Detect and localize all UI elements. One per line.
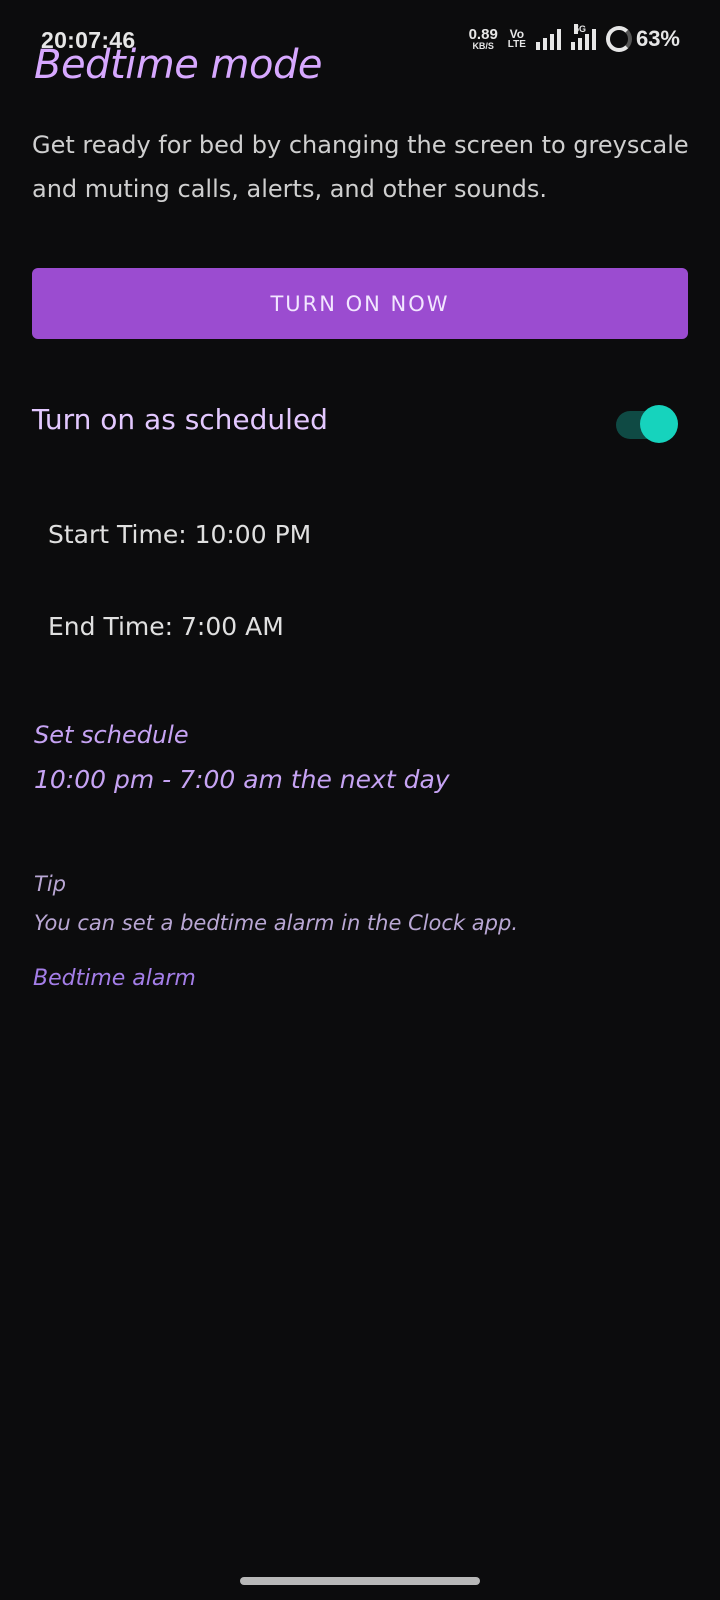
turn-on-as-scheduled-label: Turn on as scheduled <box>32 403 328 436</box>
network-5g-label: 5G <box>573 24 586 34</box>
start-time-row[interactable]: Start Time: 10:00 PM <box>48 520 311 549</box>
set-schedule-range: 10:00 pm - 7:00 am the next day <box>34 765 450 794</box>
signal-icon <box>535 28 561 50</box>
turn-on-as-scheduled-toggle[interactable] <box>616 405 678 443</box>
volte-bottom-label: LTE <box>507 39 526 50</box>
bedtime-alarm-link[interactable]: Bedtime alarm <box>33 966 196 991</box>
home-indicator[interactable] <box>240 1577 480 1585</box>
network-speed: 0.89 KB/S <box>469 27 498 51</box>
set-schedule-title: Set schedule <box>34 721 189 749</box>
turn-on-now-button[interactable]: TURN ON NOW <box>32 268 688 339</box>
end-time-row[interactable]: End Time: 7:00 AM <box>48 612 284 641</box>
page-title: Bedtime mode <box>34 42 322 88</box>
battery-percent: 63% <box>635 26 680 51</box>
status-icons: 0.89 KB/S Vo LTE 5G 63% <box>469 24 680 54</box>
page-description: Get ready for bed by changing the screen… <box>32 131 689 203</box>
network-speed-value: 0.89 <box>468 26 498 43</box>
tip-section: Tip You can set a bedtime alarm in the C… <box>34 870 518 937</box>
tip-title: Tip <box>34 872 66 896</box>
signal-5g-icon: 5G <box>570 24 596 50</box>
battery-indicator: 63% <box>605 26 680 52</box>
battery-icon <box>605 26 632 52</box>
tip-text: You can set a bedtime alarm in the Clock… <box>34 911 518 935</box>
toggle-knob <box>640 405 678 443</box>
volte-icon: Vo LTE <box>508 28 526 50</box>
set-schedule-item[interactable]: Set schedule 10:00 pm - 7:00 am the next… <box>34 719 450 796</box>
network-speed-unit: KB/S <box>472 41 494 51</box>
